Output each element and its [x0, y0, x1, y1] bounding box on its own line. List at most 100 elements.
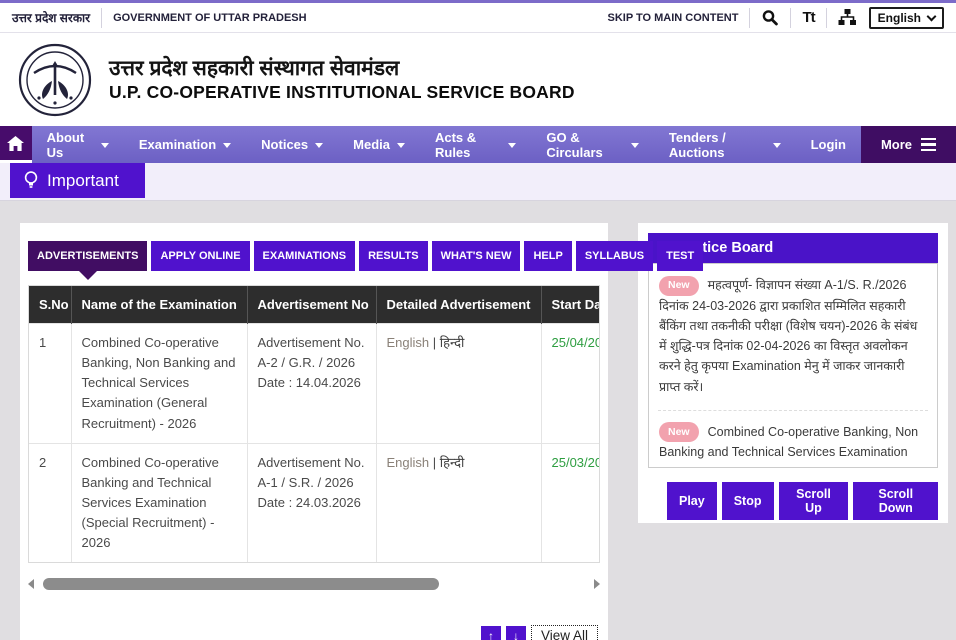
tab-syllabus[interactable]: SYLLABUS	[576, 241, 653, 271]
nav-item-acts-rules[interactable]: Acts & Rules	[420, 126, 531, 163]
gov-name-hindi: उत्तर प्रदेश सरकार	[12, 9, 90, 26]
advertisement-no-text: Advertisement No. A-2 / G.R. / 2026	[258, 335, 365, 370]
notice-item[interactable]: Newमहत्वपूर्ण- विज्ञापन संख्या A-1/S. R.…	[658, 264, 928, 411]
caret-down-icon	[508, 143, 516, 148]
caret-down-icon	[315, 143, 323, 148]
notice-item[interactable]: NewCombined Co-operative Banking, Non Ba…	[658, 411, 928, 468]
tab-bar: ADVERTISEMENTS APPLY ONLINE EXAMINATIONS…	[28, 241, 600, 271]
nav-item-label: GO & Circulars	[546, 130, 624, 160]
cell-sno: 1	[29, 324, 71, 444]
scroll-down-button[interactable]: ↓	[506, 626, 526, 640]
language-selected-value: English	[878, 11, 921, 25]
up-government-emblem-logo	[18, 43, 92, 117]
nav-item-media[interactable]: Media	[338, 126, 420, 163]
tab-advertisements[interactable]: ADVERTISEMENTS	[28, 241, 147, 271]
col-header-start-date: Start Date	[541, 286, 600, 324]
col-header-advertisement-no: Advertisement No	[247, 286, 376, 324]
table-pager: ↑ ↓ View All	[28, 625, 598, 640]
table-row: 2 Combined Co-operative Banking and Tech…	[29, 443, 600, 562]
start-date-text: 25/04/2026	[552, 335, 601, 350]
caret-down-icon	[773, 143, 781, 148]
advertisements-table: S.No Name of the Examination Advertiseme…	[29, 286, 600, 562]
cell-start-date: 25/04/2026	[541, 324, 600, 444]
nav-item-notices[interactable]: Notices	[246, 126, 338, 163]
col-header-detailed-advertisement: Detailed Advertisement	[376, 286, 541, 324]
cell-exam-name: Combined Co-operative Banking, Non Banki…	[71, 324, 247, 444]
main-navigation: About Us Examination Notices Media Acts …	[0, 126, 956, 163]
tab-help[interactable]: HELP	[524, 241, 571, 271]
nav-item-label: Login	[811, 137, 846, 152]
table-row: 1 Combined Co-operative Banking, Non Ban…	[29, 324, 600, 444]
hindi-pdf-link[interactable]: हिन्दी	[440, 455, 465, 470]
important-label: Important	[47, 171, 119, 191]
table-header-row: S.No Name of the Examination Advertiseme…	[29, 286, 600, 324]
gov-name-english: GOVERNMENT OF UTTAR PRADESH	[113, 12, 307, 24]
nav-item-label: About Us	[47, 130, 94, 160]
site-header: उत्तर प्रदेश सहकारी संस्थागत सेवामंडल U.…	[0, 33, 956, 126]
nav-item-go-circulars[interactable]: GO & Circulars	[531, 126, 654, 163]
advertisement-no-text: Advertisement No. A-1 / S.R. / 2026	[258, 455, 365, 490]
divider	[826, 8, 827, 28]
nav-more-button[interactable]: More	[861, 126, 956, 163]
tab-apply-online[interactable]: APPLY ONLINE	[151, 241, 249, 271]
caret-down-icon	[223, 143, 231, 148]
english-pdf-link[interactable]: English	[387, 455, 430, 470]
nav-item-label: Notices	[261, 137, 308, 152]
view-all-button[interactable]: View All	[531, 625, 598, 640]
home-icon	[7, 136, 24, 151]
start-date-text: 25/03/2026	[552, 455, 601, 470]
play-button[interactable]: Play	[667, 482, 717, 520]
top-utility-bar: उत्तर प्रदेश सरकार GOVERNMENT OF UTTAR P…	[0, 0, 956, 33]
english-pdf-link[interactable]: English	[387, 335, 430, 350]
advertisement-date-text: Date : 14.04.2026	[258, 375, 361, 390]
cell-start-date: 25/03/2026	[541, 443, 600, 562]
stop-button[interactable]: Stop	[722, 482, 774, 520]
tab-examinations[interactable]: EXAMINATIONS	[254, 241, 356, 271]
topbar-right-group: SKIP TO MAIN CONTENT Tt English	[607, 7, 944, 29]
hindi-pdf-link[interactable]: हिन्दी	[440, 335, 465, 350]
cell-detailed-advertisement: English | हिन्दी	[376, 324, 541, 444]
nav-item-label: Examination	[139, 137, 216, 152]
language-select[interactable]: English	[869, 7, 944, 29]
col-header-name: Name of the Examination	[71, 286, 247, 324]
caret-down-icon	[101, 143, 109, 148]
nav-item-label: Tenders / Auctions	[669, 130, 766, 160]
nav-home-button[interactable]	[0, 126, 32, 163]
nav-item-examination[interactable]: Examination	[124, 126, 246, 163]
nav-item-login[interactable]: Login	[796, 126, 861, 163]
sitemap-icon[interactable]	[838, 9, 857, 26]
org-title-hindi: उत्तर प्रदेश सहकारी संस्थागत सेवामंडल	[109, 56, 575, 82]
examinations-panel: ADVERTISEMENTS APPLY ONLINE EXAMINATIONS…	[20, 223, 608, 640]
search-icon[interactable]	[761, 9, 779, 27]
separator: |	[433, 335, 436, 350]
lightbulb-icon	[24, 171, 38, 190]
skip-to-main-content-link[interactable]: SKIP TO MAIN CONTENT	[607, 12, 738, 24]
tab-results[interactable]: RESULTS	[359, 241, 428, 271]
cell-advertisement-no: Advertisement No. A-2 / G.R. / 2026 Date…	[247, 324, 376, 444]
divider	[101, 8, 102, 28]
nav-item-tenders-auctions[interactable]: Tenders / Auctions	[654, 126, 796, 163]
caret-down-icon	[631, 143, 639, 148]
scroll-up-button[interactable]: Scroll Up	[779, 482, 849, 520]
notice-list: Newमहत्वपूर्ण- विज्ञापन संख्या A-1/S. R.…	[648, 263, 938, 468]
nav-item-label: Media	[353, 137, 390, 152]
scroll-left-arrow-icon[interactable]	[28, 579, 34, 589]
scroll-up-button[interactable]: ↑	[481, 626, 501, 640]
org-title-english: U.P. CO-OPERATIVE INSTITUTIONAL SERVICE …	[109, 82, 575, 103]
scroll-down-button[interactable]: Scroll Down	[853, 482, 938, 520]
cell-sno: 2	[29, 443, 71, 562]
scrollbar-track[interactable]	[39, 578, 589, 590]
scrollbar-thumb[interactable]	[43, 578, 439, 590]
new-badge: New	[659, 422, 699, 442]
new-badge: New	[659, 276, 699, 296]
text-size-icon[interactable]: Tt	[802, 9, 814, 26]
tab-test[interactable]: TEST	[657, 241, 703, 271]
chevron-down-icon	[927, 11, 937, 21]
tab-whats-new[interactable]: WHAT'S NEW	[432, 241, 521, 271]
nav-item-about-us[interactable]: About Us	[32, 126, 124, 163]
important-button[interactable]: Important	[10, 163, 145, 198]
notice-text: महत्वपूर्ण- विज्ञापन संख्या A-1/S. R./20…	[659, 278, 917, 394]
scroll-right-arrow-icon[interactable]	[594, 579, 600, 589]
org-titles: उत्तर प्रदेश सहकारी संस्थागत सेवामंडल U.…	[109, 56, 575, 103]
nav-more-label: More	[881, 137, 912, 152]
